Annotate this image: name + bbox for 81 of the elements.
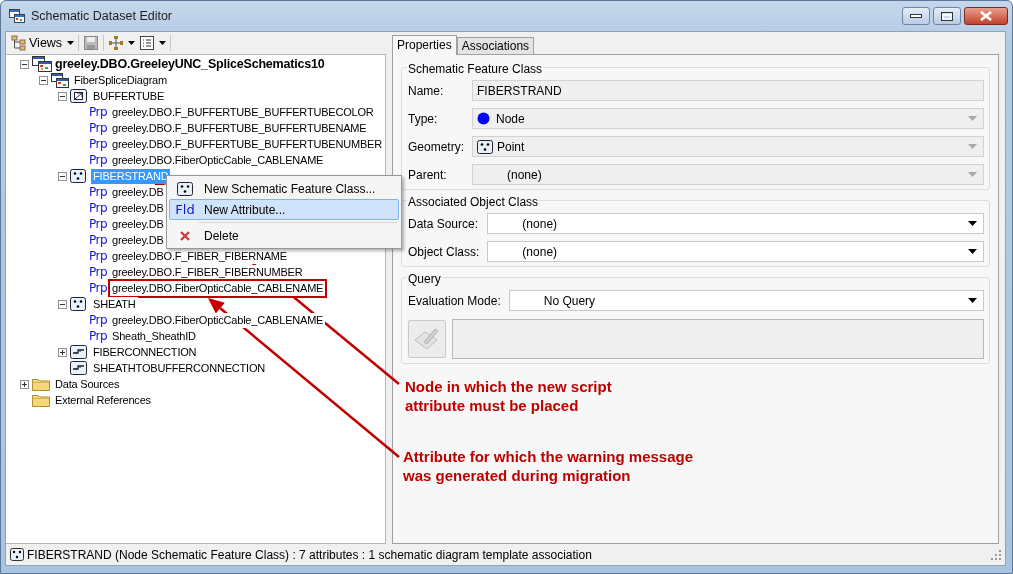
- property-tag: Prp: [89, 183, 108, 201]
- property-tag: Prp: [89, 151, 108, 169]
- resize-grip-icon[interactable]: [991, 549, 1001, 560]
- property-tag: Prp: [89, 119, 108, 137]
- tree-item[interactable]: greeley.DBO.GreeleyUNC_SpliceSchematics10: [53, 56, 327, 72]
- folder-icon: [32, 393, 50, 407]
- point-icon: [177, 181, 193, 196]
- views-icon: [11, 35, 27, 51]
- dropdown[interactable]: (none): [487, 241, 984, 262]
- expand-icon[interactable]: [20, 379, 29, 389]
- tree-item[interactable]: greeley.DBO.FiberOpticCable_CABLENAME: [110, 280, 326, 296]
- property-tag: Prp: [89, 311, 108, 329]
- link-icon: [70, 345, 87, 359]
- close-button[interactable]: [964, 7, 1008, 25]
- property-tag: Prp: [89, 135, 108, 153]
- container-icon: [70, 89, 87, 103]
- field-label: Parent:: [408, 166, 448, 184]
- minimize-button[interactable]: [902, 7, 930, 25]
- dropdown[interactable]: (none): [487, 213, 984, 234]
- delete-icon: [180, 230, 190, 241]
- dropdown-arrow-icon: [968, 116, 977, 121]
- collapse-icon[interactable]: [58, 299, 67, 309]
- field-label: Name:: [408, 82, 445, 100]
- property-tag: Prp: [89, 215, 108, 233]
- collapse-icon[interactable]: [58, 171, 67, 181]
- app-icon: [9, 8, 25, 24]
- list-icon[interactable]: [139, 35, 156, 51]
- point-icon: [10, 548, 24, 561]
- dropdown-arrow-icon: [968, 221, 977, 226]
- dot-icon: [477, 112, 490, 125]
- tab[interactable]: Associations: [456, 37, 535, 54]
- dropdown-arrow-icon: [968, 249, 977, 254]
- field-label: Geometry:: [408, 138, 464, 156]
- menu-item[interactable]: New Schematic Feature Class...: [169, 178, 399, 199]
- status-text: FIBERSTRAND (Node Schematic Feature Class) : 7 attributes : 1 schematic diagram template association: [27, 546, 592, 564]
- caret-icon[interactable]: [128, 41, 136, 45]
- tree-item[interactable]: greeley.DB: [110, 184, 166, 200]
- property-tag: Prp: [89, 231, 108, 249]
- expand-icon[interactable]: [58, 347, 67, 357]
- tab[interactable]: Properties: [392, 35, 457, 55]
- tree-item[interactable]: greeley.DBO.F_FIBER_FIBERNUMBER: [110, 264, 305, 280]
- dropdown-arrow-icon: [968, 298, 977, 303]
- maximize-icon: [941, 11, 953, 21]
- collapse-icon[interactable]: [20, 59, 29, 69]
- field-label: Type:: [408, 110, 439, 128]
- dropdown[interactable]: No Query: [508, 290, 984, 311]
- window-title: Schematic Dataset Editor: [31, 7, 173, 25]
- pencil-icon: [413, 326, 441, 352]
- minimize-icon: [910, 14, 922, 18]
- save-icon[interactable]: [83, 35, 100, 51]
- field-label: Data Source:: [408, 215, 480, 233]
- caret-icon[interactable]: [159, 41, 167, 45]
- folder-icon: [32, 377, 50, 391]
- collapse-icon[interactable]: [58, 91, 67, 101]
- diagram-icon: [51, 72, 69, 88]
- point-icon: [70, 169, 86, 183]
- property-tag: Prp: [89, 263, 108, 281]
- close-icon: [979, 11, 993, 21]
- collapse-icon[interactable]: [39, 75, 48, 85]
- property-tag: Prp: [89, 199, 108, 217]
- menu-item[interactable]: Fld New Attribute...: [169, 199, 399, 220]
- views-button[interactable]: Views: [10, 33, 64, 53]
- tree-item[interactable]: greeley.DBO.F_FIBER_FIBERNAME: [110, 248, 289, 264]
- point-icon: [477, 139, 493, 154]
- property-tag: Prp: [89, 279, 108, 297]
- caret-icon[interactable]: [67, 41, 75, 45]
- annotation-text: Node in which the new script attribute must be placed: [405, 377, 612, 415]
- tree-item[interactable]: greeley.DBO.FiberOpticCable_CABLENAME: [110, 312, 326, 328]
- point-icon: [70, 297, 86, 311]
- dropdown-arrow-icon: [968, 144, 977, 149]
- property-tag: Prp: [89, 247, 108, 265]
- dropdown-arrow-icon: [968, 172, 977, 177]
- link-icon: [70, 361, 87, 375]
- annotation-text: Attribute for which the warning message was generated during migration: [403, 447, 694, 485]
- maximize-button[interactable]: [933, 7, 961, 25]
- menu-item[interactable]: Delete: [169, 225, 399, 246]
- field-label: Object Class:: [408, 243, 480, 261]
- property-tag: Prp: [89, 327, 108, 345]
- field-label: Evaluation Mode:: [408, 292, 501, 310]
- field-tag: Fld: [175, 199, 195, 220]
- property-tag: Prp: [89, 103, 108, 121]
